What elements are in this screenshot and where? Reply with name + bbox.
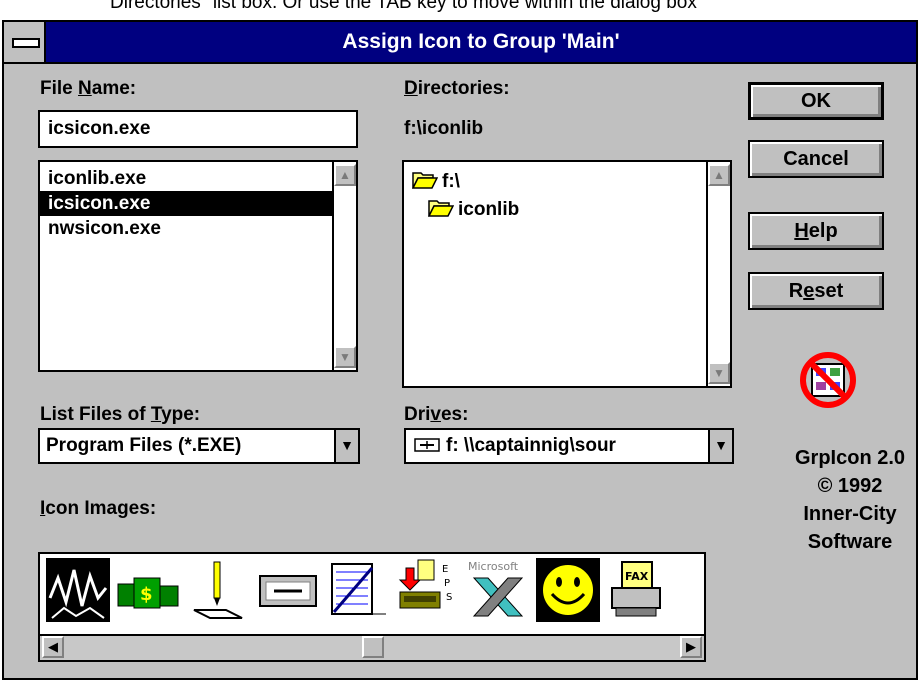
file-name-label: File Name:: [40, 78, 137, 99]
credit-line: © 1992: [817, 475, 883, 497]
drives-value: f: \\captainnig\sour: [446, 435, 616, 456]
title-bar: Assign Icon to Group 'Main': [4, 22, 916, 64]
icon-strip-scrollbar[interactable]: ◀ ▶: [40, 634, 704, 660]
file-type-dropdown[interactable]: Program Files (*.EXE) ▼: [38, 428, 360, 464]
network-drive-icon: [414, 438, 440, 452]
credit-line: Inner-City: [803, 503, 897, 525]
svg-text:FAX: FAX: [625, 570, 649, 583]
dropdown-arrow-icon[interactable]: ▼: [708, 430, 732, 462]
svg-text:Microsoft: Microsoft: [468, 560, 519, 573]
microsoft-x-icon[interactable]: Microsoft: [466, 558, 530, 622]
directories-label: Directories:: [404, 78, 510, 99]
drives-label: Drives:: [404, 404, 469, 425]
file-type-value: Program Files (*.EXE): [46, 435, 242, 456]
smiley-icon[interactable]: [536, 558, 600, 622]
svg-text:P: P: [444, 578, 450, 589]
scroll-right-arrow-icon[interactable]: ▶: [680, 636, 702, 658]
system-menu-button[interactable]: [4, 22, 46, 62]
list-item[interactable]: iconlib.exe: [40, 166, 332, 191]
icon-images-strip[interactable]: $ E P S Microsoft FAX ◀ ▶: [38, 552, 706, 662]
window-title: Assign Icon to Group 'Main': [342, 30, 620, 53]
scroll-up-arrow-icon[interactable]: ▲: [708, 164, 730, 186]
file-list-scrollbar[interactable]: ▲ ▼: [332, 162, 356, 370]
credit-line: Software: [807, 531, 893, 553]
dropdown-arrow-icon[interactable]: ▼: [334, 430, 358, 462]
pencil-icon[interactable]: [186, 558, 250, 622]
scroll-down-arrow-icon[interactable]: ▼: [334, 346, 356, 368]
list-item-selected[interactable]: icsicon.exe: [40, 191, 332, 216]
open-folder-icon: [427, 200, 455, 217]
icon-images-label: Icon Images:: [40, 498, 157, 519]
no-program-logo-icon: [800, 352, 856, 408]
fax-icon[interactable]: FAX: [606, 558, 670, 622]
open-folder-icon: [411, 172, 439, 189]
list-item[interactable]: f:\: [411, 168, 460, 196]
list-item[interactable]: iconlib: [427, 196, 519, 224]
directory-list[interactable]: f:\ iconlib ▲ ▼: [402, 160, 732, 388]
credits: GrpIcon 2.0 © 1992 Inner-City Software: [782, 444, 918, 556]
help-caption: Directories" list box. Or use the TAB ke…: [110, 0, 697, 13]
file-type-label: List Files of Type:: [40, 404, 201, 425]
cassette-icon[interactable]: [256, 558, 320, 622]
notepad-icon[interactable]: [326, 558, 390, 622]
ok-button[interactable]: OK: [748, 82, 884, 120]
scroll-left-arrow-icon[interactable]: ◀: [42, 636, 64, 658]
money-icon[interactable]: $: [116, 558, 180, 622]
eps-printer-icon[interactable]: E P S: [396, 558, 460, 622]
file-name-input[interactable]: icsicon.exe: [38, 110, 358, 148]
current-path: f:\iconlib: [404, 118, 484, 139]
reset-button[interactable]: Reset: [748, 272, 884, 310]
scroll-up-arrow-icon[interactable]: ▲: [334, 164, 356, 186]
svg-text:$: $: [140, 584, 153, 605]
help-button[interactable]: Help: [748, 212, 884, 250]
svg-text:E: E: [442, 564, 448, 575]
drives-dropdown[interactable]: f: \\captainnig\sour ▼: [404, 428, 734, 464]
file-list[interactable]: iconlib.exe icsicon.exe nwsicon.exe ▲ ▼: [38, 160, 358, 372]
directory-list-scrollbar[interactable]: ▲ ▼: [706, 162, 730, 386]
network-icon[interactable]: [46, 558, 110, 622]
list-item[interactable]: nwsicon.exe: [40, 216, 332, 241]
cancel-button[interactable]: Cancel: [748, 140, 884, 178]
system-menu-icon: [12, 38, 40, 48]
assign-icon-dialog: Assign Icon to Group 'Main' File Name: i…: [2, 20, 918, 680]
scroll-thumb[interactable]: [362, 636, 384, 658]
credit-line: GrpIcon 2.0: [794, 447, 906, 469]
svg-text:S: S: [446, 592, 452, 603]
scroll-down-arrow-icon[interactable]: ▼: [708, 362, 730, 384]
